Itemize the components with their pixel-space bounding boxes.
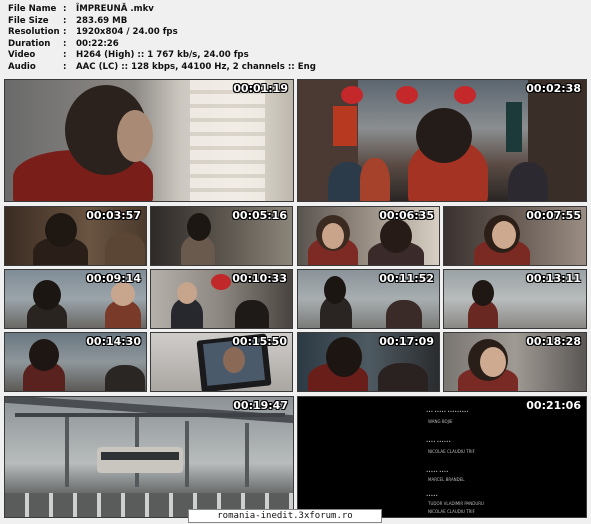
info-label: File Size [8,15,49,26]
info-separator: : [63,50,67,61]
credit-role: ••• ••••• ••••••••• [426,409,469,414]
thumbnail-11[interactable]: 00:14:30 [4,332,147,392]
thumbnail-10[interactable]: 00:13:11 [443,269,587,329]
info-value: AAC (LC) :: 128 kbps, 44100 Hz, 2 channe… [76,61,316,72]
timestamp: 00:11:52 [379,272,434,285]
watermark-footer: romania-inedit.3xforum.ro [188,509,382,523]
info-value: 1920x804 / 24.00 fps [76,27,178,38]
credit-role: •••• •••••• [426,439,451,444]
timestamp: 00:10:33 [232,272,287,285]
thumbnail-7[interactable]: 00:09:14 [4,269,147,329]
timestamp: 00:06:35 [379,209,434,222]
credit-role: ••••• •••• [426,469,449,474]
thumbnail-3[interactable]: 00:03:57 [4,206,147,266]
thumbnail-14[interactable]: 00:18:28 [443,332,587,392]
credit-role: ••••• [426,493,438,498]
thumbnail-16[interactable]: ••• ••••• ••••••••• WANG BOJIE •••• ••••… [297,396,587,518]
timestamp: 00:14:30 [86,335,141,348]
info-separator: : [63,38,67,49]
timestamp: 00:21:06 [526,399,581,412]
info-value: 283.69 MB [76,15,128,26]
thumbnail-1[interactable]: 00:01:19 [4,79,294,202]
info-label: Video [8,50,36,61]
info-label: File Name [8,4,57,14]
info-row-duration: Duration : 00:22:26 [8,39,316,51]
timestamp: 00:01:19 [233,82,288,95]
info-value: 00:22:26 [76,38,119,49]
file-info-panel: File Name : ÎMPREUNĂ .mkv File Size : 28… [8,4,316,74]
credit-name: MARCEL BRANDEL [428,477,465,482]
info-row-audio: Audio : AAC (LC) :: 128 kbps, 44100 Hz, … [8,62,316,74]
thumbnail-6[interactable]: 00:07:55 [443,206,587,266]
info-row-file-name: File Name : ÎMPREUNĂ .mkv [8,4,316,16]
thumbnail-12[interactable]: 00:15:50 [150,332,293,392]
info-separator: : [63,4,67,14]
thumbnail-5[interactable]: 00:06:35 [297,206,440,266]
credit-name: WANG BOJIE [428,419,453,424]
timestamp: 00:09:14 [86,272,141,285]
timestamp: 00:05:16 [232,209,287,222]
info-label: Audio [8,61,36,72]
info-separator: : [63,61,67,72]
timestamp: 00:07:55 [526,209,581,222]
timestamp: 00:13:11 [526,272,581,285]
timestamp: 00:17:09 [379,335,434,348]
timestamp: 00:15:50 [232,335,287,348]
info-row-resolution: Resolution : 1920x804 / 24.00 fps [8,27,316,39]
thumbnail-4[interactable]: 00:05:16 [150,206,293,266]
thumbnail-2[interactable]: 00:02:38 [297,79,587,202]
info-separator: : [63,27,67,38]
thumbnail-9[interactable]: 00:11:52 [297,269,440,329]
timestamp: 00:03:57 [86,209,141,222]
credit-name: TUDOR VLADIMIR PANDURU [428,501,484,506]
credit-name: NICOLAE CLAUDIU TRIF [428,509,475,514]
info-label: Duration [8,38,51,49]
timestamp: 00:18:28 [526,335,581,348]
info-value: ÎMPREUNĂ .mkv [76,4,154,14]
thumbnail-13[interactable]: 00:17:09 [297,332,440,392]
timestamp: 00:19:47 [233,399,288,412]
thumbnail-8[interactable]: 00:10:33 [150,269,293,329]
thumbnail-15[interactable]: 00:19:47 [4,396,294,518]
timestamp: 00:02:38 [526,82,581,95]
info-label: Resolution [8,27,60,38]
info-row-file-size: File Size : 283.69 MB [8,16,316,28]
info-separator: : [63,15,67,26]
credit-name: NICOLAE CLAUDIU TRIF [428,449,475,454]
info-value: H264 (High) :: 1 767 kb/s, 24.00 fps [76,50,249,61]
info-row-video: Video : H264 (High) :: 1 767 kb/s, 24.00… [8,50,316,62]
